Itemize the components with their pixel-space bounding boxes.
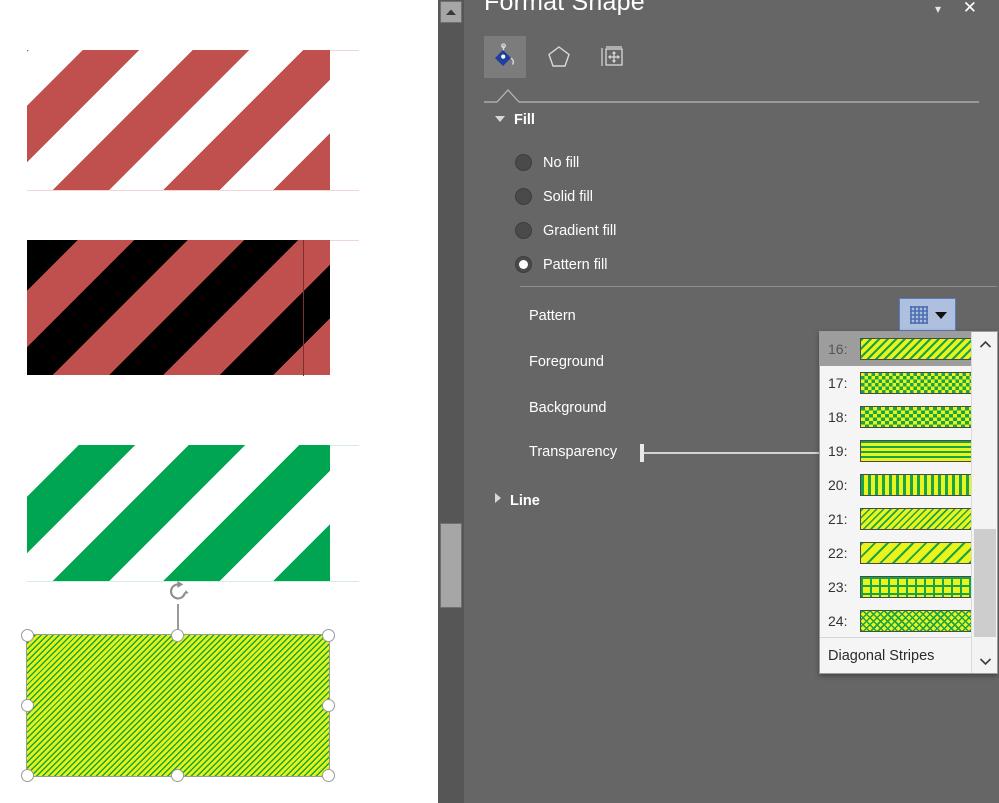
radio-indicator (515, 222, 532, 239)
close-icon[interactable]: ✕ (963, 0, 977, 18)
line-section-header[interactable]: Line (495, 493, 540, 509)
pattern-item-21[interactable]: 21: (820, 502, 972, 536)
chevron-down-icon (495, 116, 505, 122)
pattern-index: 19: (828, 443, 848, 459)
pattern-swatch-narrow-vertical (860, 474, 972, 496)
app-root: Format Shape ▾ ✕ Fill No fill Solid fill… (0, 0, 999, 803)
pentagon-icon (548, 46, 570, 67)
page-title: Format Shape (484, 0, 645, 16)
pattern-swatch-small-grid (860, 576, 972, 598)
divider (520, 286, 997, 287)
resize-handle-bottom-right[interactable] (322, 769, 335, 782)
guide-line (303, 240, 304, 376)
chevron-right-icon (495, 493, 501, 503)
chevron-down-icon[interactable] (972, 649, 997, 673)
resize-handle-top-right[interactable] (322, 629, 335, 642)
size-properties-tab[interactable] (592, 36, 634, 78)
radio-gradient-fill[interactable]: Gradient fill (515, 222, 616, 239)
chevron-down-icon[interactable]: ▾ (935, 2, 941, 16)
pattern-picker-button[interactable] (899, 298, 956, 331)
shape-red-black-stripes[interactable] (27, 240, 330, 375)
transparency-slider-thumb[interactable] (640, 444, 644, 462)
pattern-label: Pattern (529, 308, 576, 324)
grid-pattern-icon (909, 305, 928, 324)
resize-handle-top-center[interactable] (171, 629, 184, 642)
radio-indicator (515, 154, 532, 171)
pattern-item-22[interactable]: 22: (820, 536, 972, 570)
pattern-item-24[interactable]: 24: (820, 604, 972, 638)
pattern-index: 21: (828, 511, 848, 527)
pattern-swatch-light-downward-diagonal (860, 508, 972, 530)
fill-section-label: Fill (514, 112, 535, 128)
shape-red-white-stripes[interactable] (27, 50, 330, 190)
radio-pattern-fill[interactable]: Pattern fill (515, 256, 607, 273)
pattern-index: 16: (828, 341, 848, 357)
fill-line-tab[interactable] (484, 36, 526, 78)
chevron-up-icon[interactable] (972, 332, 997, 356)
fill-section-header[interactable]: Fill (495, 112, 535, 128)
resize-handle-bottom-center[interactable] (171, 769, 184, 782)
splitter-scroll-up-button[interactable] (440, 1, 462, 23)
pattern-item-23[interactable]: 23: (820, 570, 972, 604)
radio-indicator (515, 188, 532, 205)
pattern-index: 17: (828, 375, 848, 391)
resize-handle-bottom-left[interactable] (21, 769, 34, 782)
foreground-label: Foreground (529, 354, 604, 370)
pattern-tooltip: Diagonal Stripes (820, 637, 972, 673)
pattern-index: 23: (828, 579, 848, 595)
background-label: Background (529, 400, 607, 416)
radio-label: Gradient fill (543, 222, 617, 239)
slide-canvas[interactable] (0, 0, 438, 803)
guide-line (27, 190, 359, 191)
splitter-scroll-thumb[interactable] (440, 523, 462, 608)
radio-solid-fill[interactable]: Solid fill (515, 188, 593, 205)
pattern-index: 22: (828, 545, 848, 561)
pattern-swatch-large-checker-board (860, 406, 972, 428)
caret-down-icon (934, 311, 947, 319)
pane-tabs (484, 36, 634, 78)
resize-handle-top-left[interactable] (21, 629, 34, 642)
pattern-item-20[interactable]: 20: (820, 468, 972, 502)
pattern-item-17[interactable]: 17: (820, 366, 972, 400)
guide-line (27, 581, 359, 582)
scrollbar-thumb[interactable] (974, 529, 996, 637)
line-section-label: Line (510, 493, 540, 509)
scroll-up-icon (446, 9, 456, 15)
pattern-swatch-light-upward-diagonal (860, 542, 972, 564)
paint-bucket-icon (495, 43, 515, 66)
pattern-list-scrollbar[interactable] (971, 332, 997, 673)
pattern-item-18[interactable]: 18: (820, 400, 972, 434)
size-layout-icon (601, 46, 623, 66)
pattern-index: 18: (828, 409, 848, 425)
radio-label: No fill (543, 154, 580, 171)
pattern-index: 24: (828, 613, 848, 629)
effects-tab[interactable] (538, 36, 580, 78)
pane-splitter[interactable] (438, 0, 464, 803)
transparency-label: Transparency (529, 444, 618, 460)
pattern-list: 16: 17: 18: 19: 20: 21: 22: 23: 24: (820, 332, 972, 638)
pattern-swatch-wide-upward-diagonal (860, 338, 972, 360)
radio-no-fill[interactable]: No fill (515, 154, 579, 171)
radio-label: Pattern fill (543, 256, 608, 273)
pattern-swatch-narrow-horizontal (860, 440, 972, 462)
pattern-index: 20: (828, 477, 848, 493)
radio-indicator (515, 256, 532, 273)
pattern-swatch-small-checker-board (860, 372, 972, 394)
section-divider (484, 88, 979, 104)
resize-handle-middle-right[interactable] (322, 699, 335, 712)
shape-yellow-green-diagonal[interactable] (26, 634, 330, 777)
radio-label: Solid fill (543, 188, 593, 205)
pattern-item-16[interactable]: 16: (820, 332, 972, 366)
pattern-dropdown[interactable]: 16: 17: 18: 19: 20: 21: 22: 23: 24: Diag… (819, 331, 998, 674)
shape-green-white-stripes[interactable] (27, 445, 330, 581)
pattern-swatch-dotted-diamond (860, 610, 972, 632)
pattern-item-19[interactable]: 19: (820, 434, 972, 468)
rotate-icon[interactable] (164, 578, 192, 606)
resize-handle-middle-left[interactable] (21, 699, 34, 712)
